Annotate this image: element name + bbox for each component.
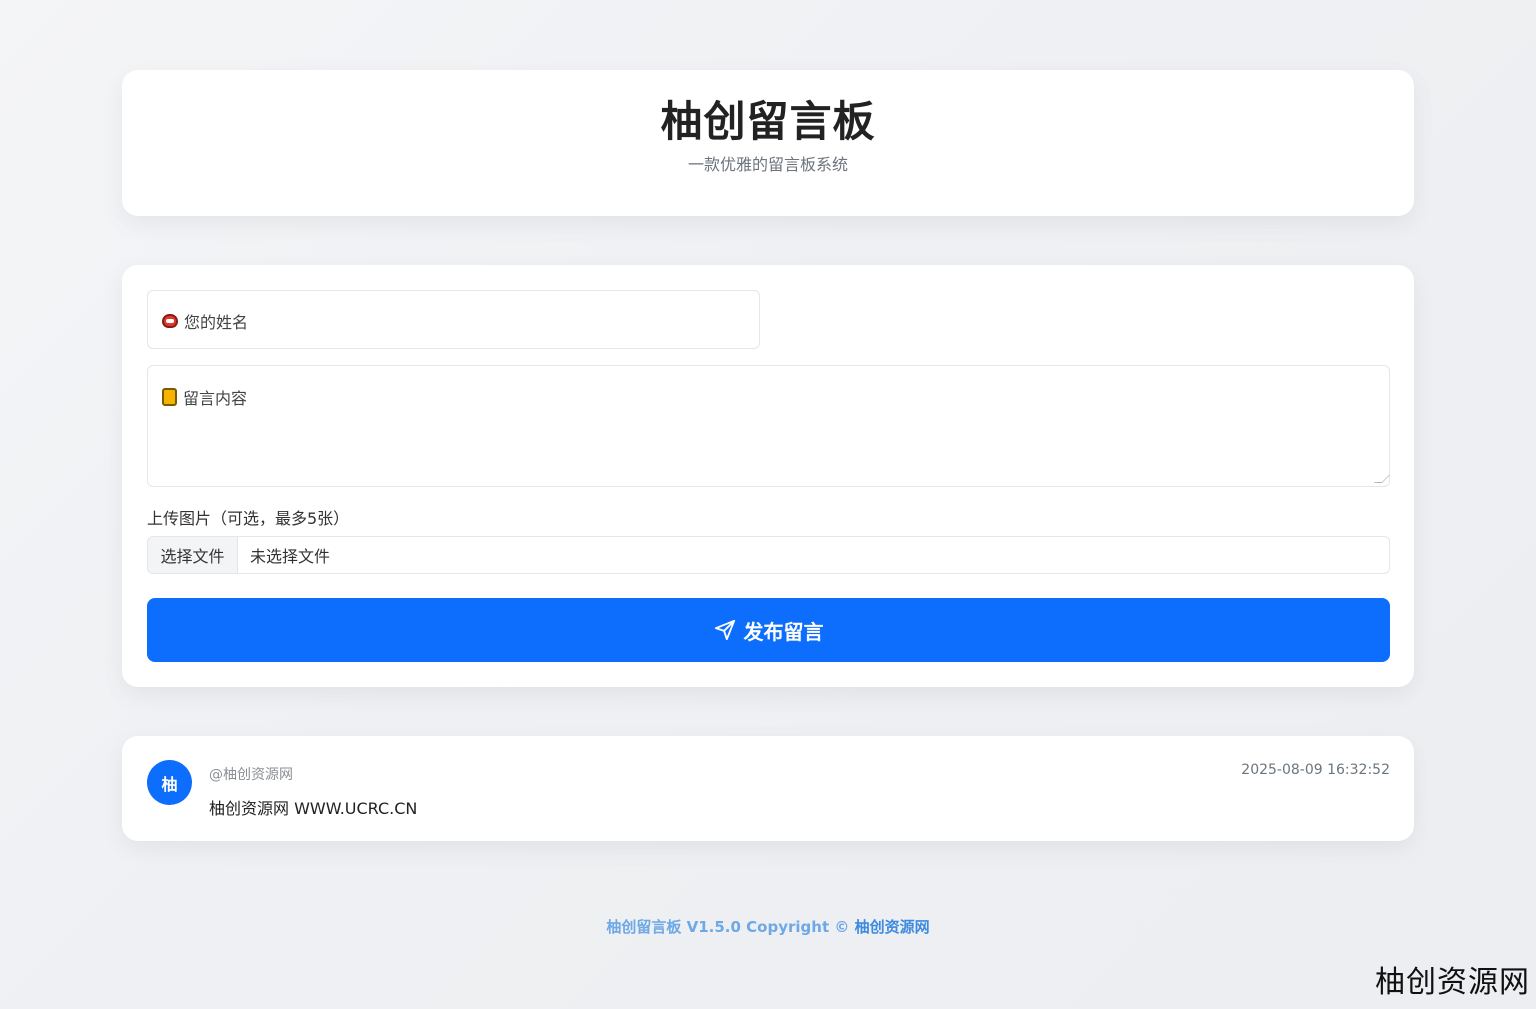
page-subtitle: 一款优雅的留言板系统	[687, 155, 848, 174]
page: 柚创留言板 一款优雅的留言板系统 您的姓名 留言内容 上传图片（可选，最多5张）…	[0, 0, 1536, 1009]
memo-icon	[162, 388, 177, 406]
submit-button[interactable]: 发布留言	[147, 598, 1390, 662]
send-icon	[714, 619, 735, 641]
message-timestamp: 2025-08-09 16:32:52	[1241, 762, 1390, 778]
avatar: 柚	[147, 760, 192, 805]
message-author: @柚创资源网	[209, 767, 293, 783]
file-input[interactable]: 选择文件 未选择文件	[147, 536, 1390, 574]
message-item: 柚 @柚创资源网 柚创资源网 WWW.UCRC.CN 2025-08-09 16…	[122, 736, 1414, 841]
page-title: 柚创留言板	[660, 97, 876, 146]
file-status: 未选择文件	[250, 547, 331, 566]
watermark: 柚创资源网	[1375, 965, 1530, 1000]
upload-label: 上传图片（可选，最多5张）	[147, 509, 350, 528]
choose-file-button[interactable]: 选择文件	[148, 537, 238, 573]
message-form: 您的姓名 留言内容 上传图片（可选，最多5张） 选择文件 未选择文件 发布留言	[122, 265, 1414, 687]
name-placeholder-text: 您的姓名	[184, 313, 249, 332]
footer-text: 柚创留言板 V1.5.0 Copyright ©	[606, 918, 855, 936]
name-placeholder: 您的姓名	[162, 309, 248, 333]
header-card: 柚创留言板 一款优雅的留言板系统	[122, 70, 1414, 216]
name-input[interactable]: 您的姓名	[147, 290, 760, 349]
message-text: 柚创资源网 WWW.UCRC.CN	[209, 799, 418, 818]
message-textarea[interactable]: 留言内容	[147, 365, 1390, 487]
footer: 柚创留言板 V1.5.0 Copyright © 柚创资源网	[0, 916, 1536, 937]
message-placeholder-text: 留言内容	[183, 389, 248, 408]
face-emoji-icon	[162, 314, 178, 328]
resize-handle-icon[interactable]	[1374, 475, 1390, 483]
message-placeholder: 留言内容	[162, 385, 247, 409]
footer-link[interactable]: 柚创资源网	[855, 918, 930, 936]
submit-label: 发布留言	[743, 619, 824, 644]
